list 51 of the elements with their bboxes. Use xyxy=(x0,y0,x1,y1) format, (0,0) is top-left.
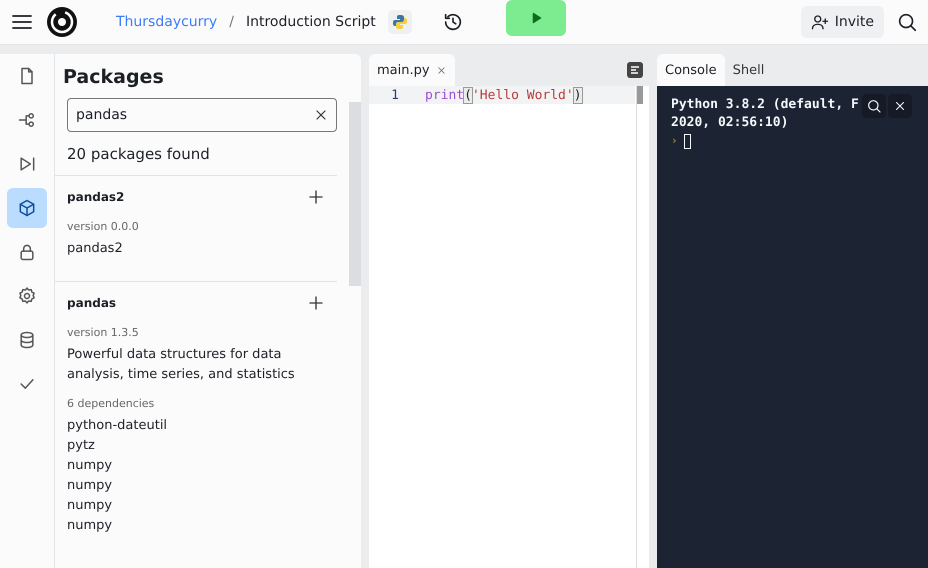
panel-title: Packages xyxy=(63,66,165,88)
add-button[interactable] xyxy=(307,294,325,312)
dependency-name: pytz xyxy=(67,437,96,455)
text-cursor xyxy=(684,134,691,148)
plus-icon xyxy=(307,188,325,206)
breadcrumb-separator: / xyxy=(229,14,234,30)
package-description: Powerful data structures for data analysis, time series, and statistics xyxy=(67,346,296,384)
logo-icon xyxy=(46,6,78,38)
file-tab[interactable]: main.py xyxy=(369,54,455,86)
package-name[interactable]: pandas xyxy=(67,296,116,310)
dependency-name: numpy xyxy=(67,497,114,515)
package-name[interactable]: pandas2 xyxy=(67,190,124,204)
search-icon xyxy=(866,98,882,114)
person-plus-icon xyxy=(810,13,829,31)
search-icon xyxy=(896,11,918,33)
close-button[interactable] xyxy=(888,94,912,118)
repl-title[interactable]: Introduction Script xyxy=(246,14,376,30)
dependency-name: numpy xyxy=(67,477,114,495)
console-output: Python 3.8.2 (default, F xyxy=(671,96,859,114)
console-output: 2020, 02:56:10) xyxy=(671,114,788,132)
console-tab[interactable]: Shell xyxy=(724,54,772,86)
package-description: pandas2 xyxy=(67,240,124,258)
code-line: print('Hello World') xyxy=(425,88,582,102)
close-icon xyxy=(893,99,907,113)
python-icon xyxy=(388,10,412,34)
settings-icon xyxy=(17,286,37,306)
result-count: 20 packages found xyxy=(67,145,211,163)
run-button[interactable] xyxy=(506,0,566,36)
close-icon xyxy=(436,64,447,76)
dependency-name: numpy xyxy=(67,517,114,535)
console-tab[interactable]: Console xyxy=(657,54,725,86)
plus-icon xyxy=(307,294,325,312)
add-button[interactable] xyxy=(307,188,325,206)
close-tab-button[interactable] xyxy=(436,64,447,76)
scrollbar[interactable] xyxy=(349,102,361,286)
dependency-name: numpy xyxy=(67,457,114,475)
dependency-name: python-dateutil xyxy=(67,417,168,435)
invite-button[interactable]: Invite xyxy=(800,6,884,38)
search-field[interactable]: pandas xyxy=(67,98,337,132)
sidebar-item[interactable] xyxy=(7,188,47,228)
outline-icon[interactable] xyxy=(627,62,643,78)
package-version: version 0.0.0 xyxy=(67,220,140,233)
branch-icon xyxy=(17,110,37,130)
search-button[interactable] xyxy=(862,94,886,118)
scrollbar[interactable] xyxy=(637,86,643,104)
prompt-symbol: › xyxy=(671,133,678,149)
package-version: version 1.3.5 xyxy=(67,326,140,339)
owner-link[interactable]: Thursdaycurry xyxy=(116,14,218,30)
dependencies-label: 6 dependencies xyxy=(67,397,156,410)
line-number: 1 xyxy=(390,88,400,102)
cube-icon xyxy=(17,198,37,218)
